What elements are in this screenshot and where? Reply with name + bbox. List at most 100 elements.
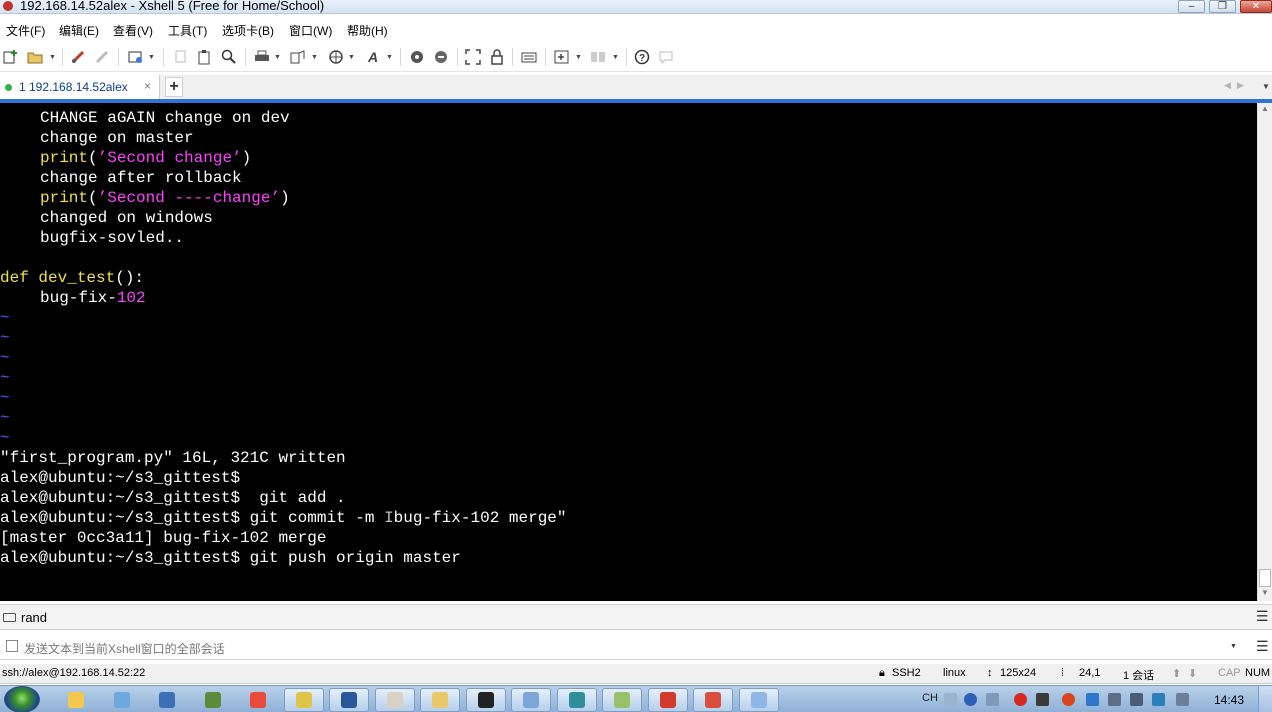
- input-language[interactable]: CH: [922, 692, 938, 704]
- layout-dropdown-icon[interactable]: ▼: [612, 54, 619, 61]
- taskbar-app-button[interactable]: [56, 688, 96, 712]
- open-dropdown-icon[interactable]: ▼: [49, 54, 56, 61]
- transfer-dropdown-icon[interactable]: ▼: [311, 54, 318, 61]
- show-desktop-button[interactable]: [1258, 686, 1272, 712]
- globe-icon[interactable]: [328, 49, 344, 65]
- print-dropdown-icon[interactable]: ▼: [274, 54, 281, 61]
- lock-icon[interactable]: [489, 49, 505, 65]
- record-tray-icon[interactable]: [1062, 693, 1075, 706]
- properties-icon[interactable]: [128, 49, 144, 65]
- taskbar-app-button[interactable]: [329, 688, 369, 712]
- scroll-down-icon[interactable]: ▼: [1258, 588, 1272, 600]
- quick-command-button[interactable]: rand: [21, 610, 47, 625]
- fullscreen-icon[interactable]: [465, 49, 481, 65]
- terminal-text: ~: [0, 349, 10, 367]
- layout-icon[interactable]: [590, 49, 606, 65]
- menu-file[interactable]: 文件(F): [6, 22, 45, 39]
- taskbar-app-button[interactable]: [238, 688, 278, 712]
- transfer-icon[interactable]: [290, 49, 306, 65]
- terminal-area[interactable]: CHANGE aGAIN change on dev change on mast…: [0, 103, 1257, 601]
- taskbar-app-button[interactable]: [511, 688, 551, 712]
- add-tab-button[interactable]: +: [165, 77, 183, 97]
- find-icon[interactable]: [221, 49, 237, 65]
- compose-menu-icon[interactable]: ☰: [1256, 638, 1269, 655]
- paste-icon[interactable]: [197, 49, 213, 65]
- menu-edit[interactable]: 编辑(E): [59, 22, 99, 39]
- taskbar-app-button[interactable]: [284, 688, 324, 712]
- pin-tray-icon[interactable]: [1036, 693, 1049, 706]
- quick-bar-menu-icon[interactable]: ☰: [1256, 608, 1269, 625]
- volume-tray-icon[interactable]: [1176, 693, 1189, 706]
- scroll-thumb[interactable]: [1259, 569, 1271, 587]
- xftp-icon[interactable]: [409, 49, 425, 65]
- terminal-line: ~: [0, 428, 10, 448]
- taskbar-app-button[interactable]: [648, 688, 688, 712]
- properties-dropdown-icon[interactable]: ▼: [148, 54, 155, 61]
- globe-dropdown-icon[interactable]: ▼: [348, 54, 355, 61]
- terminal-text: bug-fix-: [40, 289, 117, 307]
- print-icon[interactable]: [254, 49, 270, 65]
- terminal-line: ~: [0, 388, 10, 408]
- taskbar-app-button[interactable]: [375, 688, 415, 712]
- session-down-icon[interactable]: ⬇: [1188, 667, 1197, 680]
- reconnect-icon[interactable]: [70, 49, 86, 65]
- terminal-text: def: [0, 269, 39, 287]
- taskbar-clock[interactable]: 14:43: [1214, 693, 1244, 707]
- taskbar-app-button[interactable]: [739, 688, 779, 712]
- antivirus-tray-icon[interactable]: [1014, 693, 1027, 706]
- tab-list-dropdown-icon[interactable]: ▼: [1262, 82, 1270, 91]
- word-taskbar-icon: [341, 692, 357, 708]
- close-button[interactable]: ✕: [1240, 0, 1272, 13]
- menu-window[interactable]: 窗口(W): [289, 22, 332, 39]
- menu-tabs[interactable]: 选项卡(B): [222, 22, 274, 39]
- compose-checkbox[interactable]: [6, 640, 18, 652]
- taskbar-app-button[interactable]: [147, 688, 187, 712]
- toolbar-separator: [400, 48, 401, 66]
- terminal-text: print: [40, 149, 89, 167]
- bluetooth-tray-icon[interactable]: [1086, 693, 1099, 706]
- tab-scroll-arrows-icon[interactable]: ◀▶: [1224, 80, 1250, 91]
- keyboard-tray-icon[interactable]: [944, 693, 957, 706]
- chat-icon[interactable]: [658, 49, 674, 65]
- taskbar-app-button[interactable]: [102, 688, 142, 712]
- menu-help[interactable]: 帮助(H): [347, 22, 388, 39]
- network-tray-icon[interactable]: [1152, 693, 1165, 706]
- menu-tools[interactable]: 工具(T): [168, 22, 207, 39]
- virtualbox-taskbar-icon: [569, 692, 585, 708]
- new-session-icon[interactable]: [3, 49, 19, 65]
- new-tab-icon[interactable]: [554, 49, 570, 65]
- tab-session-1[interactable]: 1 192.168.14.52alex ×: [0, 75, 160, 100]
- menu-view[interactable]: 查看(V): [113, 22, 153, 39]
- script-icon[interactable]: [433, 49, 449, 65]
- restore-button[interactable]: ❐: [1209, 0, 1236, 13]
- font-icon[interactable]: A: [365, 49, 381, 65]
- keyboard-icon: [3, 613, 16, 622]
- new-tab-dropdown-icon[interactable]: ▼: [575, 54, 582, 61]
- taskbar-app-button[interactable]: [466, 688, 506, 712]
- help-icon[interactable]: ?: [634, 49, 650, 65]
- disconnect-icon[interactable]: [94, 49, 110, 65]
- open-folder-icon[interactable]: [27, 49, 43, 65]
- compose-dropdown-icon[interactable]: ▼: [1230, 643, 1237, 650]
- start-button[interactable]: [4, 686, 40, 712]
- keyboard-icon[interactable]: [521, 49, 537, 65]
- taskbar-app-button[interactable]: [557, 688, 597, 712]
- font-dropdown-icon[interactable]: ▼: [386, 54, 393, 61]
- session-up-icon[interactable]: ⬆: [1172, 667, 1181, 680]
- terminal-scrollbar[interactable]: ▲ ▼: [1257, 103, 1272, 601]
- minimize-button[interactable]: –: [1178, 0, 1205, 13]
- taskbar-app-button[interactable]: [193, 688, 233, 712]
- copy-icon[interactable]: [173, 49, 189, 65]
- compose-input[interactable]: 发送文本到当前Xshell窗口的全部会话: [24, 640, 225, 657]
- tab-close-icon[interactable]: ×: [144, 79, 151, 93]
- terminal-text: ’Second ----change’: [97, 189, 281, 207]
- devices-tray-icon[interactable]: [1108, 693, 1121, 706]
- help-tray-icon[interactable]: [964, 693, 977, 706]
- taskbar-app-button[interactable]: [602, 688, 642, 712]
- settings-tray-icon[interactable]: [986, 693, 999, 706]
- display-tray-icon[interactable]: [1130, 693, 1143, 706]
- scroll-up-icon[interactable]: ▲: [1258, 104, 1272, 116]
- taskbar-app-button[interactable]: [693, 688, 733, 712]
- terminal-line: ~: [0, 348, 10, 368]
- taskbar-app-button[interactable]: [420, 688, 460, 712]
